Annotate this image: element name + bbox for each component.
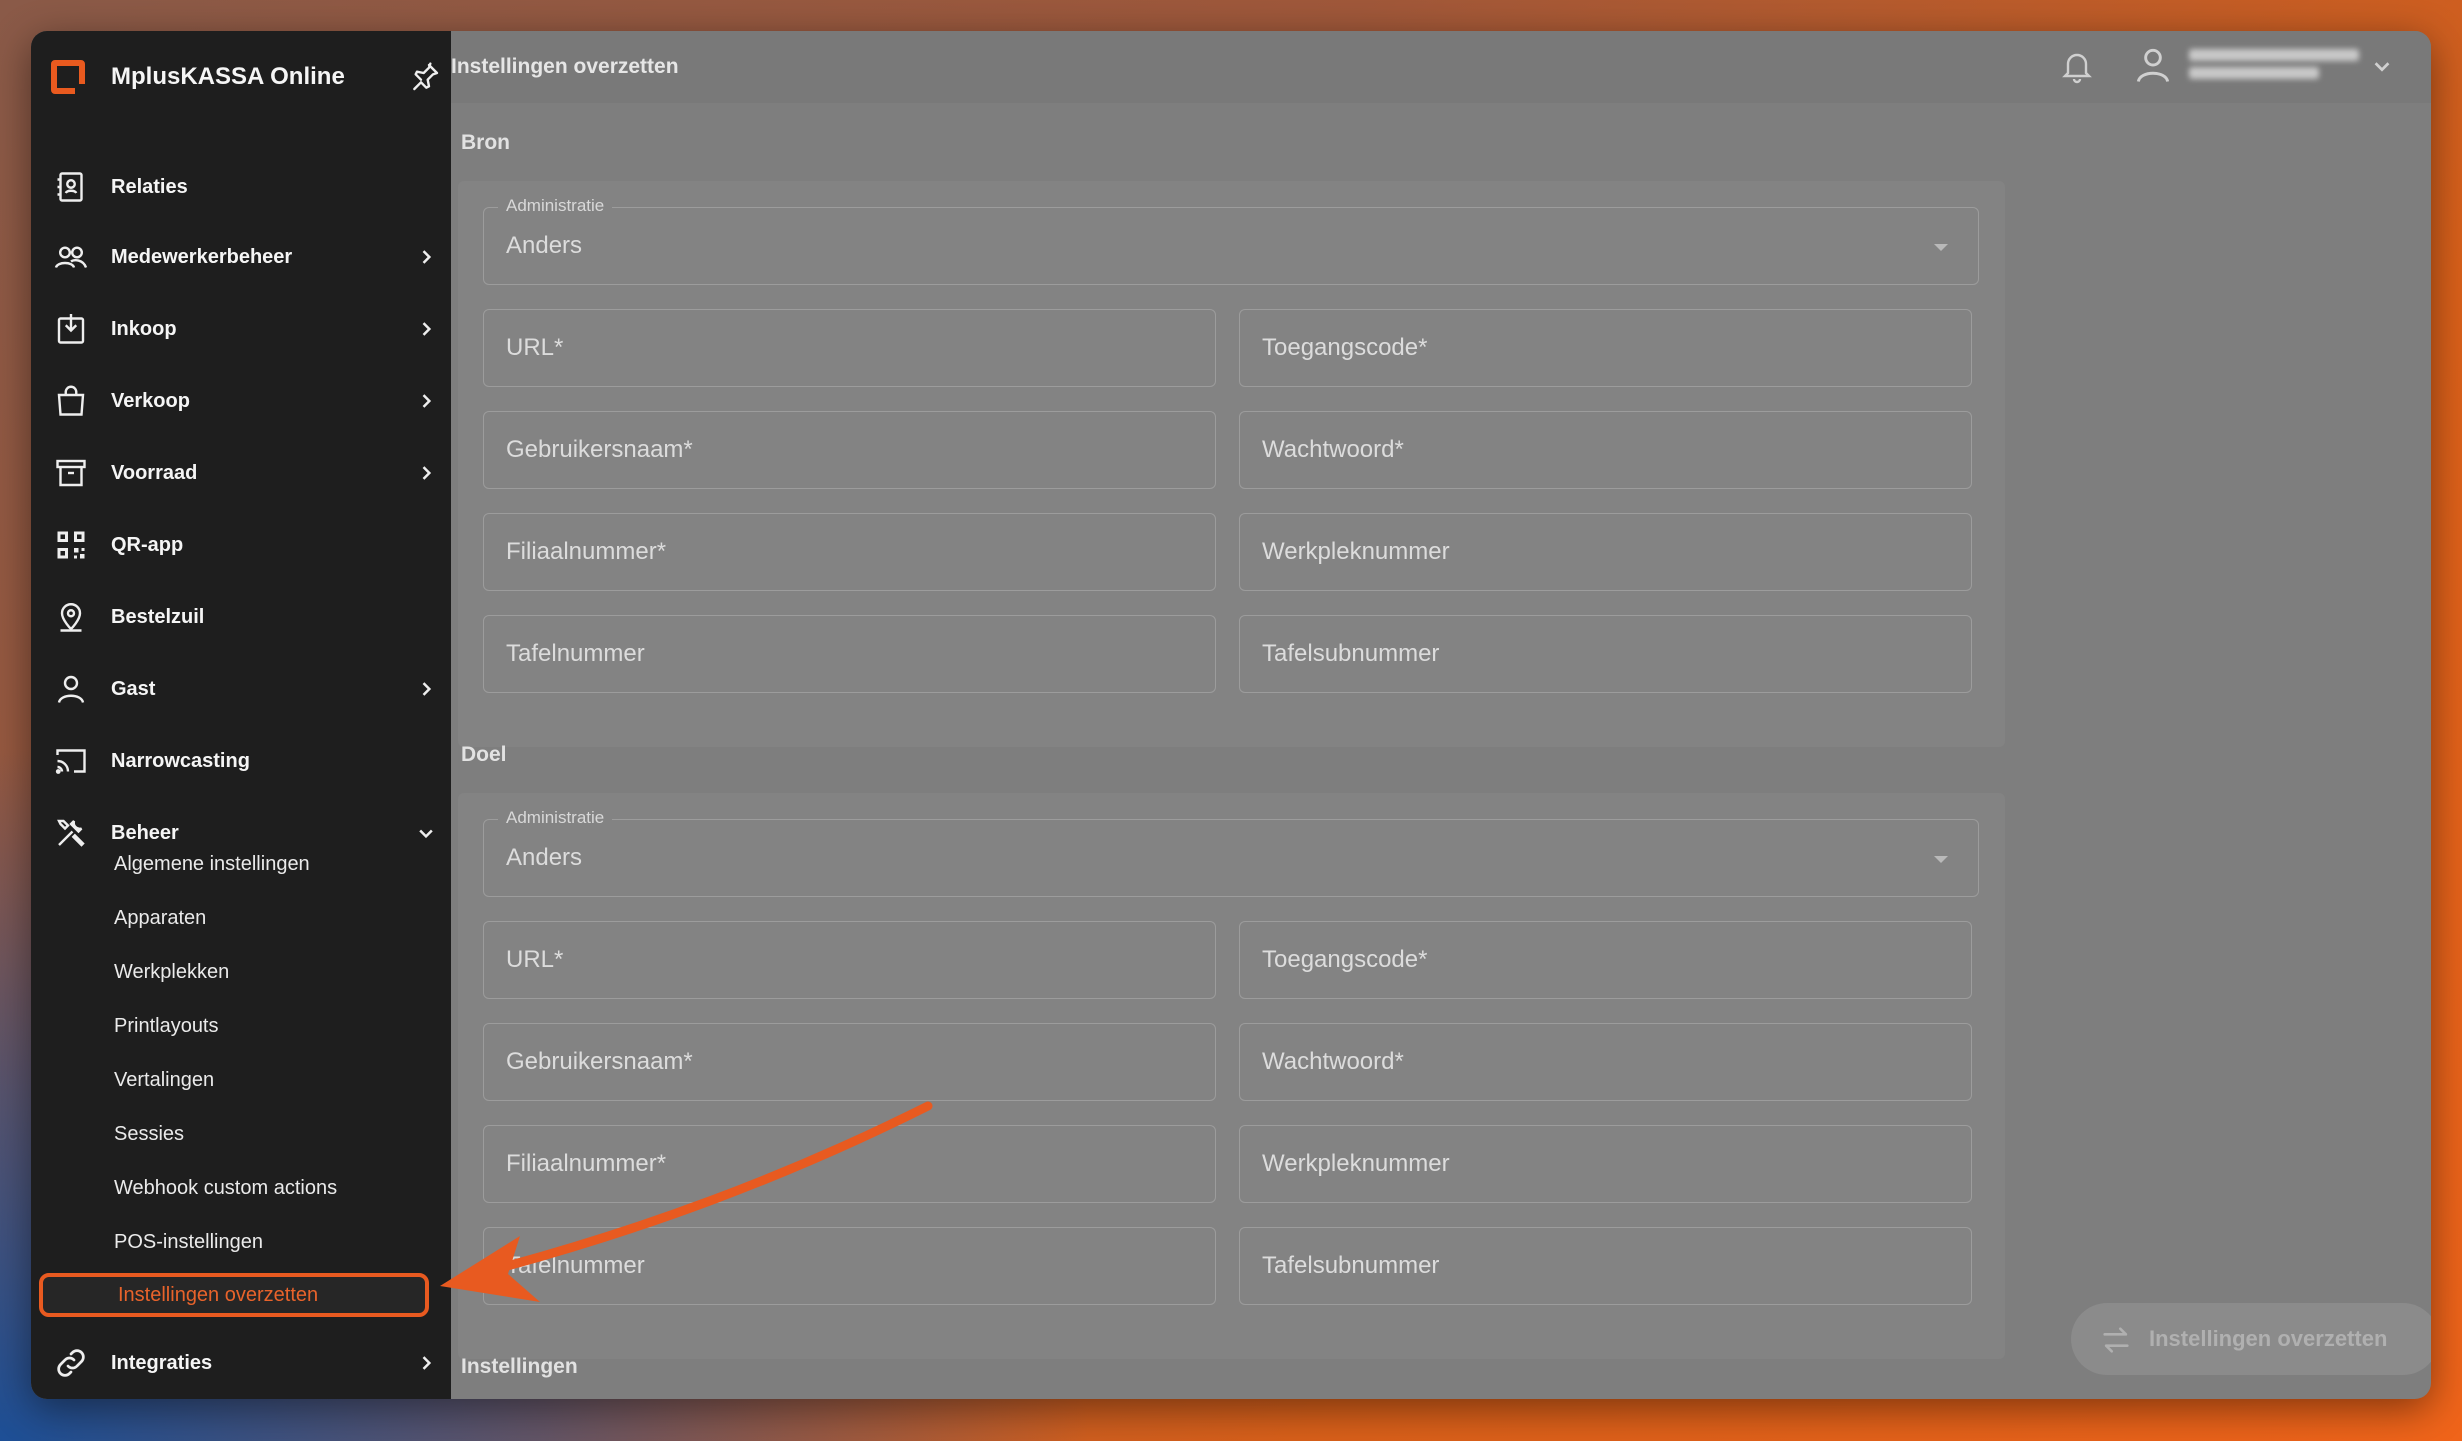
bron-tafelsubnummer-input[interactable]: Tafelsubnummer [1239, 615, 1972, 693]
field-label: Administratie [498, 808, 613, 828]
sub-item-vertalingen[interactable]: Vertalingen [114, 1069, 214, 1092]
doel-administratie-select[interactable]: Administratie Anders [483, 808, 1979, 897]
dropdown-arrow-icon [1934, 244, 1948, 251]
bron-gebruikersnaam-input[interactable]: Gebruikersnaam* [483, 411, 1216, 489]
sub-item-apparaten[interactable]: Apparaten [114, 907, 206, 930]
bron-administratie-select[interactable]: Administratie Anders [483, 196, 1979, 285]
sidebar-item-label: Voorraad [111, 461, 198, 484]
cast-icon [55, 749, 86, 774]
app-name: MplusKASSA Online [111, 63, 345, 90]
tools-icon [57, 819, 85, 847]
sidebar-item-label: Integraties [111, 1351, 213, 1374]
bron-werkpleknummer-input[interactable]: Werkpleknummer [1239, 513, 1972, 591]
chevron-down-icon [419, 829, 433, 839]
doel-filiaalnummer-input[interactable]: Filiaalnummer* [483, 1125, 1216, 1203]
doel-toegangscode-input[interactable]: Toegangscode* [1239, 921, 1972, 999]
swap-arrows-icon [2103, 1327, 2129, 1353]
sidebar-item-medewerkerbeheer[interactable]: Medewerkerbeheer [31, 225, 451, 289]
contacts-book-icon [57, 172, 83, 202]
sidebar-item-verkoop[interactable]: Verkoop [31, 369, 451, 433]
sidebar-item-label: Relaties [111, 175, 188, 198]
sidebar-item-label: Gast [111, 677, 156, 700]
chevron-right-icon [422, 1356, 432, 1370]
bron-toegangscode-input[interactable]: Toegangscode* [1239, 309, 1972, 387]
sidebar-item-label: Narrowcasting [111, 749, 250, 772]
sub-item-sessies[interactable]: Sessies [114, 1123, 184, 1146]
doel-tafelnummer-input[interactable]: Tafelnummer [483, 1227, 1216, 1305]
archive-box-icon [56, 459, 86, 487]
sidebar-item-narrowcasting[interactable]: Narrowcasting [31, 729, 451, 793]
bell-icon[interactable] [2059, 49, 2095, 85]
sub-item-pos-instellingen[interactable]: POS-instellingen [114, 1231, 263, 1254]
transfer-settings-button[interactable]: Instellingen overzetten [2071, 1303, 2431, 1375]
brand: MplusKASSA Online [51, 51, 441, 103]
sidebar-item-relaties[interactable]: Relaties [31, 155, 451, 219]
sidebar-item-integraties[interactable]: Integraties [31, 1331, 451, 1395]
sidebar-item-label: Verkoop [111, 389, 190, 412]
doel-card: Administratie Anders URL* Toegangscode* … [458, 793, 2005, 1359]
mplus-logo-icon [51, 60, 85, 94]
main-content: Instellingen overzetten Bron Administrat… [451, 31, 2431, 1399]
sidebar-item-label: Inkoop [111, 317, 177, 340]
sub-item-printlayouts[interactable]: Printlayouts [114, 1015, 219, 1038]
sidebar-item-label: QR-app [111, 533, 184, 556]
user-avatar-icon[interactable] [2131, 43, 2175, 87]
users-icon [54, 246, 88, 269]
chevron-right-icon [422, 394, 432, 408]
dropdown-arrow-icon [1934, 856, 1948, 863]
sidebar-item-label: Beheer [111, 821, 179, 844]
chevron-down-icon[interactable] [2371, 55, 2393, 77]
sidebar-item-voorraad[interactable]: Voorraad [31, 441, 451, 505]
select-value: Anders [506, 844, 583, 871]
doel-url-input[interactable]: URL* [483, 921, 1216, 999]
bron-url-input[interactable]: URL* [483, 309, 1216, 387]
sub-item-algemene-instellingen[interactable]: Algemene instellingen [114, 853, 310, 876]
sidebar-item-bestelzuil[interactable]: Bestelzuil [31, 585, 451, 649]
shopping-bag-icon [57, 385, 85, 416]
section-label-instellingen: Instellingen [461, 1355, 578, 1378]
button-label: Instellingen overzetten [2149, 1326, 2388, 1351]
doel-werkpleknummer-input[interactable]: Werkpleknummer [1239, 1125, 1972, 1203]
bron-card: Administratie Anders URL* Toegangscode* … [458, 181, 2005, 747]
top-bar: Instellingen overzetten [451, 31, 2431, 103]
chevron-right-icon [422, 682, 432, 696]
sub-item-werkplekken[interactable]: Werkplekken [114, 961, 229, 984]
qr-code-icon [57, 531, 85, 559]
user-icon [57, 675, 85, 703]
doel-tafelsubnummer-input[interactable]: Tafelsubnummer [1239, 1227, 1972, 1305]
clipboard-download-icon [57, 314, 85, 344]
sidebar-item-label: Bestelzuil [111, 605, 205, 628]
bron-tafelnummer-input[interactable]: Tafelnummer [483, 615, 1216, 693]
chevron-right-icon [422, 322, 432, 336]
sub-item-instellingen-overzetten[interactable]: Instellingen overzetten [39, 1273, 429, 1317]
link-icon [57, 1349, 85, 1377]
pin-icon[interactable] [409, 61, 441, 93]
chevron-right-icon [422, 250, 432, 264]
doel-gebruikersnaam-input[interactable]: Gebruikersnaam* [483, 1023, 1216, 1101]
section-label-doel: Doel [461, 743, 507, 766]
page-title: Instellingen overzetten [451, 55, 679, 78]
sidebar-item-qr-app[interactable]: QR-app [31, 513, 451, 577]
sidebar-item-label: Medewerkerbeheer [111, 245, 293, 268]
chevron-right-icon [422, 466, 432, 480]
redacted-user-name [2189, 49, 2359, 89]
bron-filiaalnummer-input[interactable]: Filiaalnummer* [483, 513, 1216, 591]
location-pin-icon [60, 603, 82, 632]
sidebar-item-gast[interactable]: Gast [31, 657, 451, 721]
select-value: Anders [506, 232, 583, 259]
doel-wachtwoord-input[interactable]: Wachtwoord* [1239, 1023, 1972, 1101]
section-label-bron: Bron [461, 131, 510, 154]
sidebar-item-inkoop[interactable]: Inkoop [31, 297, 451, 361]
bron-wachtwoord-input[interactable]: Wachtwoord* [1239, 411, 1972, 489]
sidebar: MplusKASSA Online Relaties Medewerkerbeh… [31, 31, 451, 1399]
sub-item-webhook-custom-actions[interactable]: Webhook custom actions [114, 1177, 337, 1200]
app-window: MplusKASSA Online Relaties Medewerkerbeh… [31, 31, 2431, 1399]
field-label: Administratie [498, 196, 613, 216]
